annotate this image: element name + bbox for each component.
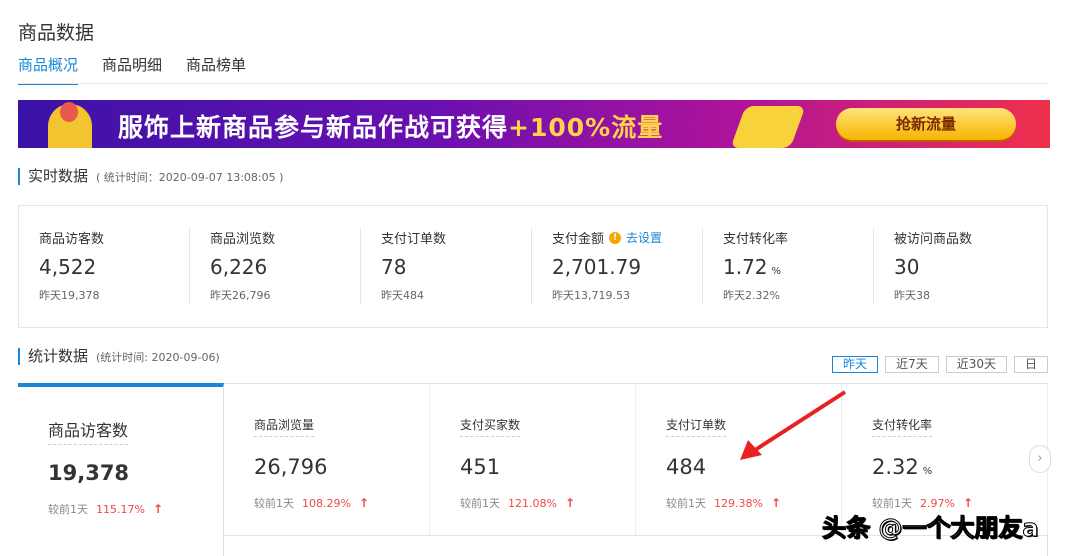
- watermark: 头条 @一个大朋友a: [822, 514, 1040, 543]
- annotation-arrow-icon: [740, 390, 847, 460]
